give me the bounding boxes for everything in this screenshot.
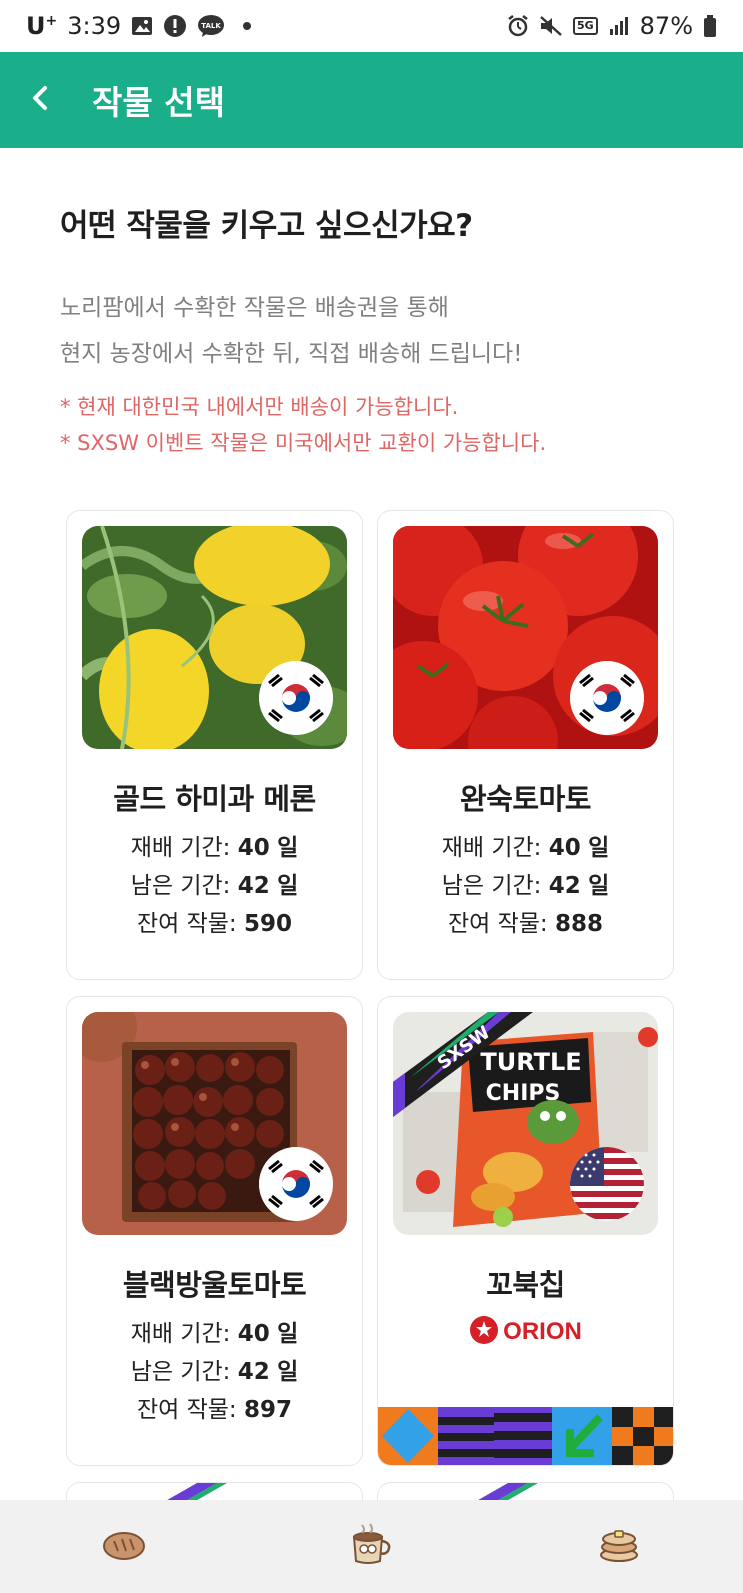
period-row: 재배 기간: 40 일 [441, 835, 610, 861]
clock: 3:39 [67, 12, 122, 40]
remaining-row: 남은 기간: 42 일 [130, 873, 299, 899]
notice-line: * 현재 대한민국 내에서만 배송이 가능합니다. [60, 395, 459, 419]
orion-star-icon [469, 1315, 499, 1349]
crop-image-melon [82, 526, 347, 749]
sxsw-pattern-strip [378, 1407, 673, 1465]
crop-card[interactable]: 블랙방울토마토 재배 기간: 40 일 남은 기간: 42 일 잔여 작물: 8… [66, 996, 363, 1466]
mute-icon [539, 15, 563, 37]
usa-flag-icon [570, 1147, 644, 1221]
period-row: 재배 기간: 40 일 [130, 1321, 299, 1347]
korea-flag-icon [570, 661, 644, 735]
remaining-row: 남은 기간: 42 일 [441, 873, 610, 899]
sxsw-ribbon: SXSW [393, 1012, 533, 1117]
pancake-icon [599, 1527, 639, 1567]
chevron-left-icon [30, 84, 50, 116]
talk-icon: TALK [197, 14, 225, 38]
status-bar-right: 5G 87% [507, 12, 717, 40]
brand-name: ORION [503, 1318, 582, 1345]
carrier-label: U+ [26, 12, 58, 40]
description: 노리팜에서 수확한 작물은 배송권을 통해 현지 농장에서 수확한 뒤, 직접 … [60, 285, 700, 377]
stock-row: 잔여 작물: 888 [447, 911, 604, 937]
signal-icon [608, 16, 630, 36]
crop-name: 골드 하미과 메론 [113, 782, 316, 816]
korea-flag-icon [259, 661, 333, 735]
alarm-icon [507, 15, 529, 37]
nav-coffee[interactable] [331, 1507, 411, 1587]
nav-bread[interactable] [84, 1507, 164, 1587]
notice-line: * SXSW 이벤트 작물은 미국에서만 교환이 가능합니다. [60, 431, 547, 455]
battery-icon [703, 15, 717, 37]
remaining-row: 남은 기간: 42 일 [130, 1359, 299, 1385]
description-line: 노리팜에서 수확한 작물은 배송권을 통해 [60, 295, 449, 321]
status-bar-left: U+ 3:39 TALK [26, 12, 252, 40]
battery-percent: 87% [639, 12, 693, 40]
crop-card-sxsw[interactable]: TURTLE CHIPS SXSW 꼬북칩 ORION [377, 996, 674, 1466]
back-button[interactable] [0, 52, 80, 148]
bottom-nav [0, 1500, 743, 1593]
stock-row: 잔여 작물: 590 [136, 911, 293, 937]
notification-dot [243, 22, 252, 30]
status-bar: U+ 3:39 TALK 5G 87% [0, 0, 743, 52]
intro-section: 어떤 작물을 키우고 싶으신가요? 노리팜에서 수확한 작물은 배송권을 통해 … [60, 200, 700, 461]
network-badge: 5G [572, 17, 598, 35]
bread-icon [102, 1529, 146, 1565]
notice: * 현재 대한민국 내에서만 배송이 가능합니다. * SXSW 이벤트 작물은… [60, 389, 700, 461]
korea-flag-icon [259, 1147, 333, 1221]
image-icon [131, 16, 153, 36]
brand-logo: ORION [378, 1315, 673, 1349]
question-heading: 어떤 작물을 키우고 싶으신가요? [60, 208, 473, 244]
crop-image-black-tomato [82, 1012, 347, 1235]
crop-card[interactable]: 완숙토마토 재배 기간: 40 일 남은 기간: 42 일 잔여 작물: 888 [377, 510, 674, 980]
nav-pancake[interactable] [579, 1507, 659, 1587]
crop-image-turtle-chips: TURTLE CHIPS SXSW [393, 1012, 658, 1235]
description-line: 현지 농장에서 수확한 뒤, 직접 배송해 드립니다! [60, 341, 523, 367]
crop-card[interactable]: 골드 하미과 메론 재배 기간: 40 일 남은 기간: 42 일 잔여 작물:… [66, 510, 363, 980]
period-row: 재배 기간: 40 일 [130, 835, 299, 861]
crop-info: 재배 기간: 40 일 남은 기간: 42 일 잔여 작물: 897 [67, 1315, 362, 1429]
app-header: 작물 선택 [0, 52, 743, 148]
crop-image-tomato [393, 526, 658, 749]
coffee-icon [348, 1522, 394, 1571]
alert-icon [163, 14, 187, 38]
stock-row: 잔여 작물: 897 [136, 1397, 293, 1423]
crop-info: 재배 기간: 40 일 남은 기간: 42 일 잔여 작물: 888 [378, 829, 673, 943]
crop-info: 재배 기간: 40 일 남은 기간: 42 일 잔여 작물: 590 [67, 829, 362, 943]
crop-name: 블랙방울토마토 [122, 1268, 307, 1302]
svg-text:TALK: TALK [201, 22, 221, 30]
page-title: 작물 선택 [92, 83, 225, 122]
crop-name: 완숙토마토 [460, 782, 591, 816]
crop-name: 꼬북칩 [486, 1268, 565, 1302]
